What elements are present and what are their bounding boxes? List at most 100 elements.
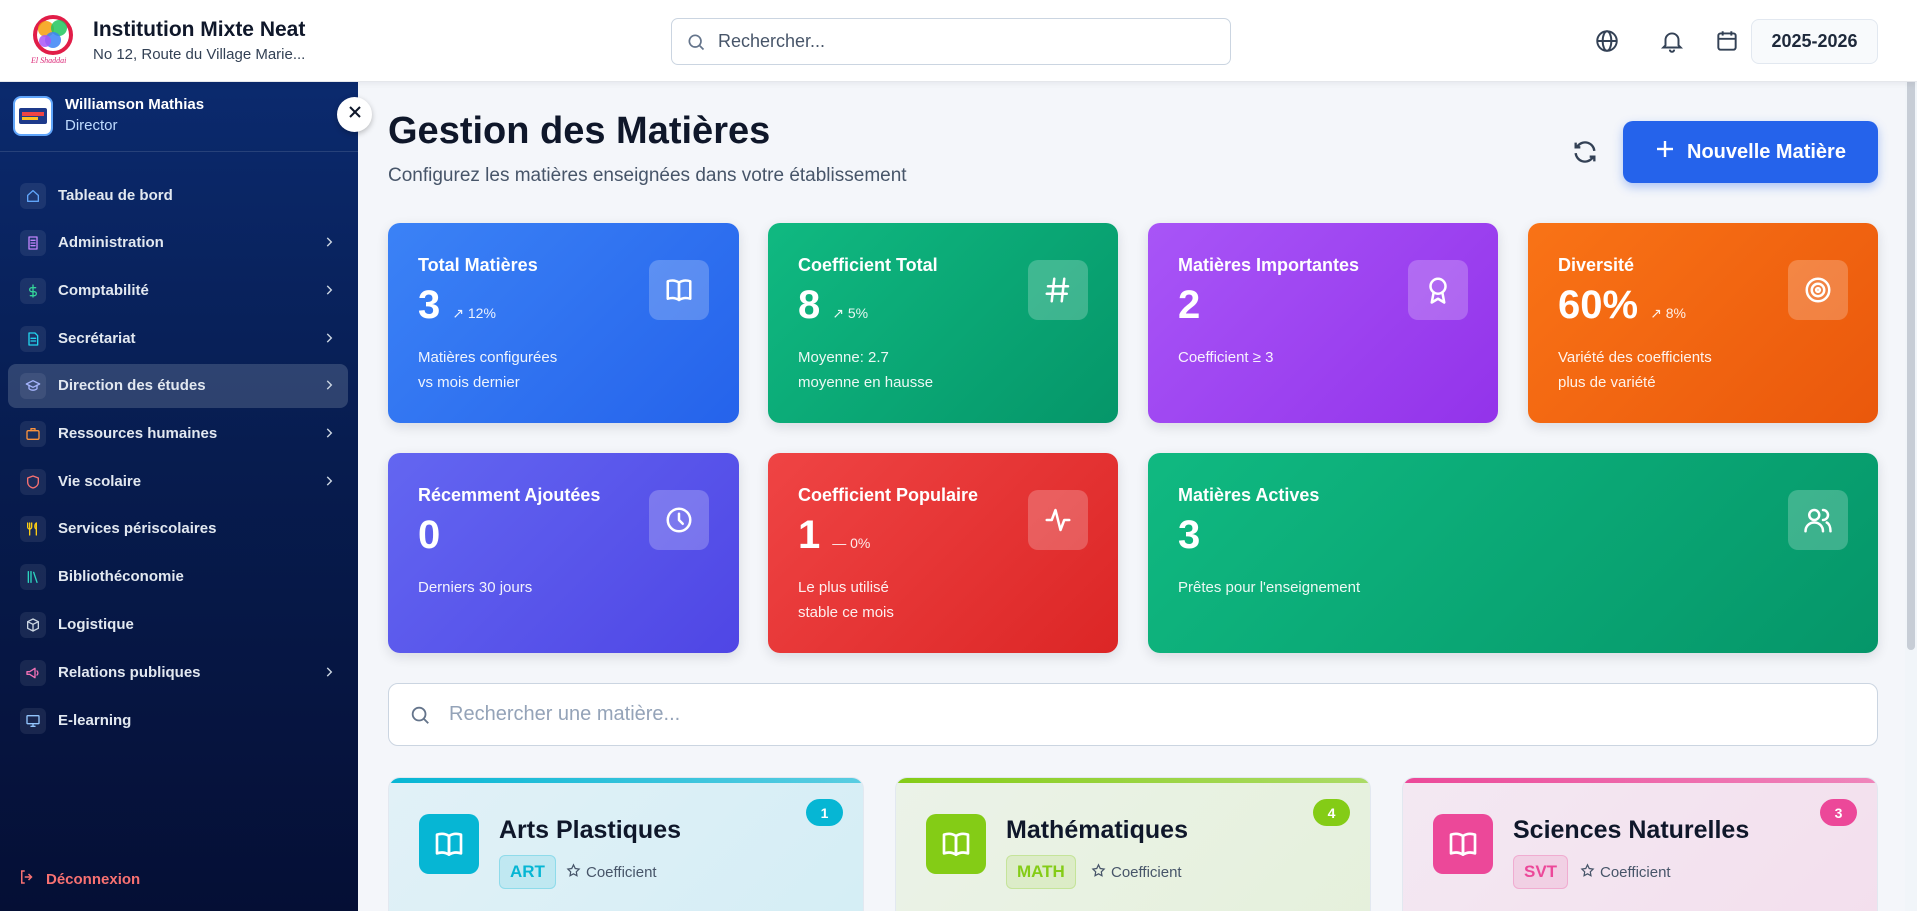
trending-up-icon: ↗ — [1650, 305, 1666, 321]
star-icon — [1580, 863, 1595, 882]
book-icon — [649, 260, 709, 320]
stat-value: 8 — [798, 283, 821, 327]
stat-card: Diversité 60% ↗ 8% Variété des coefficients… — [1528, 223, 1878, 423]
logout-button[interactable]: Déconnexion — [18, 868, 140, 890]
building-icon — [20, 230, 46, 256]
stat-value: 2 — [1178, 283, 1201, 327]
book-icon — [926, 814, 986, 874]
sidebar-item-e-learning[interactable]: E-learning — [8, 699, 348, 743]
plus-icon — [1655, 139, 1675, 165]
subject-search[interactable] — [388, 683, 1878, 746]
subject-code-badge: MATH — [1006, 855, 1076, 889]
stat-trend-value: 5% — [847, 305, 869, 321]
subject-coefficient: Coefficient — [1580, 863, 1671, 882]
stat-value: 1 — [798, 513, 821, 557]
sidebar-item-label: Administration — [58, 234, 164, 251]
stat-value-row: 2 — [1178, 283, 1200, 328]
stat-value: 3 — [418, 283, 441, 327]
sidebar-item-relations-publiques[interactable]: Relations publiques — [8, 651, 348, 695]
subject-search-input[interactable] — [449, 684, 1849, 745]
stat-trend: — 0% — [832, 535, 870, 551]
stat-trend: ↗ 5% — [832, 305, 868, 322]
book-icon — [419, 814, 479, 874]
subject-coefficient: Coefficient — [1091, 863, 1182, 882]
target-icon — [1788, 260, 1848, 320]
stat-subcaption: plus de variété — [1558, 374, 1656, 391]
stat-value-row: 3 — [1178, 513, 1200, 558]
global-search[interactable] — [671, 18, 1231, 65]
sidebar-item-label: Direction des études — [58, 377, 206, 394]
search-icon — [686, 32, 706, 57]
logout-label: Déconnexion — [46, 870, 141, 888]
sidebar-item-logistique[interactable]: Logistique — [8, 603, 348, 647]
subject-count-badge: 1 — [806, 799, 843, 826]
calendar-icon[interactable] — [1714, 28, 1740, 54]
chevron-right-icon — [322, 331, 336, 350]
activity-icon — [1028, 490, 1088, 550]
institution-logo[interactable]: El Shaddai — [28, 13, 78, 65]
sidebar-item-label: Bibliothéconomie — [58, 568, 184, 585]
sidebar: Williamson Mathias Director Tableau de b… — [0, 82, 372, 911]
stat-subcaption: stable ce mois — [798, 604, 894, 621]
scrollbar-thumb[interactable] — [1907, 0, 1915, 650]
refresh-icon[interactable] — [1571, 138, 1599, 166]
new-subject-button[interactable]: Nouvelle Matière — [1623, 121, 1878, 183]
stat-card: Matières Actives 3 Prêtes pour l'enseignem… — [1148, 453, 1878, 653]
stat-value-row: 1 — 0% — [798, 513, 870, 558]
stat-title: Diversité — [1558, 255, 1635, 275]
avatar[interactable] — [13, 96, 53, 136]
hash-icon — [1028, 260, 1088, 320]
stat-caption: Variété des coefficients — [1558, 349, 1712, 366]
subject-card[interactable]: Arts Plastiques ART Coefficient 1 — [388, 777, 864, 911]
subject-card[interactable]: Mathématiques MATH Coefficient 4 — [895, 777, 1371, 911]
sidebar-item-direction-des-etudes[interactable]: Direction des études — [8, 364, 348, 408]
star-icon — [566, 863, 581, 882]
subject-coefficient-label: Coefficient — [586, 864, 657, 881]
stat-trend-value: 12% — [467, 305, 496, 321]
sidebar-item-administration[interactable]: Administration — [8, 221, 348, 265]
stat-card: Récemment Ajoutées 0 Derniers 30 jours — [388, 453, 739, 653]
sidebar-item-vie-scolaire[interactable]: Vie scolaire — [8, 460, 348, 504]
chevron-right-icon — [322, 665, 336, 684]
subject-name: Sciences Naturelles — [1513, 816, 1750, 844]
megaphone-icon — [20, 660, 46, 686]
stat-value: 60% — [1558, 283, 1639, 327]
sidebar-item-comptabilite[interactable]: Comptabilité — [8, 269, 348, 313]
stat-trend-value: 0% — [850, 535, 871, 551]
stat-value: 0 — [418, 513, 441, 557]
stat-caption: Le plus utilisé — [798, 579, 889, 596]
subject-name: Arts Plastiques — [499, 816, 682, 844]
sidebar-item-label: Ressources humaines — [58, 425, 218, 442]
stat-title: Matières Actives — [1178, 485, 1320, 505]
star-icon — [1091, 863, 1106, 882]
close-sidebar-button[interactable] — [337, 97, 372, 132]
sidebar-item-label: Logistique — [58, 616, 134, 633]
subject-card[interactable]: Sciences Naturelles SVT Coefficient 3 — [1402, 777, 1878, 911]
page-title: Gestion des Matières — [388, 110, 771, 152]
subject-color-bar — [1403, 778, 1877, 783]
subject-coefficient-label: Coefficient — [1111, 864, 1182, 881]
dollar-icon — [20, 278, 46, 304]
search-icon — [409, 704, 431, 731]
sidebar-item-bibliotheconomie[interactable]: Bibliothéconomie — [8, 555, 348, 599]
trending-up-icon: ↗ — [452, 305, 468, 321]
top-header: El Shaddai Institution Mixte Neat No 12,… — [0, 0, 1917, 82]
subject-color-bar — [896, 778, 1370, 783]
briefcase-icon — [20, 421, 46, 447]
sidebar-item-tableau-de-bord[interactable]: Tableau de bord — [8, 174, 348, 218]
sidebar-item-ressources-humaines[interactable]: Ressources humaines — [8, 412, 348, 456]
stat-caption: Prêtes pour l'enseignement — [1178, 579, 1361, 596]
sidebar-item-services-periscolaires[interactable]: Services périscolaires — [8, 507, 348, 551]
stat-title: Récemment Ajoutées — [418, 485, 601, 505]
institution-address: No 12, Route du Village Marie... — [93, 46, 306, 63]
library-icon — [20, 564, 46, 590]
subject-code-badge: ART — [499, 855, 556, 889]
sidebar-item-secretariat[interactable]: Secrétariat — [8, 317, 348, 361]
svg-text:El Shaddai: El Shaddai — [30, 56, 66, 65]
stat-caption: Moyenne: 2.7 — [798, 349, 889, 366]
subject-name: Mathématiques — [1006, 816, 1188, 844]
academic-year-button[interactable]: 2025-2026 — [1751, 19, 1878, 64]
global-search-input[interactable] — [718, 19, 1218, 64]
globe-icon[interactable] — [1594, 28, 1620, 54]
bell-icon[interactable] — [1659, 28, 1685, 54]
